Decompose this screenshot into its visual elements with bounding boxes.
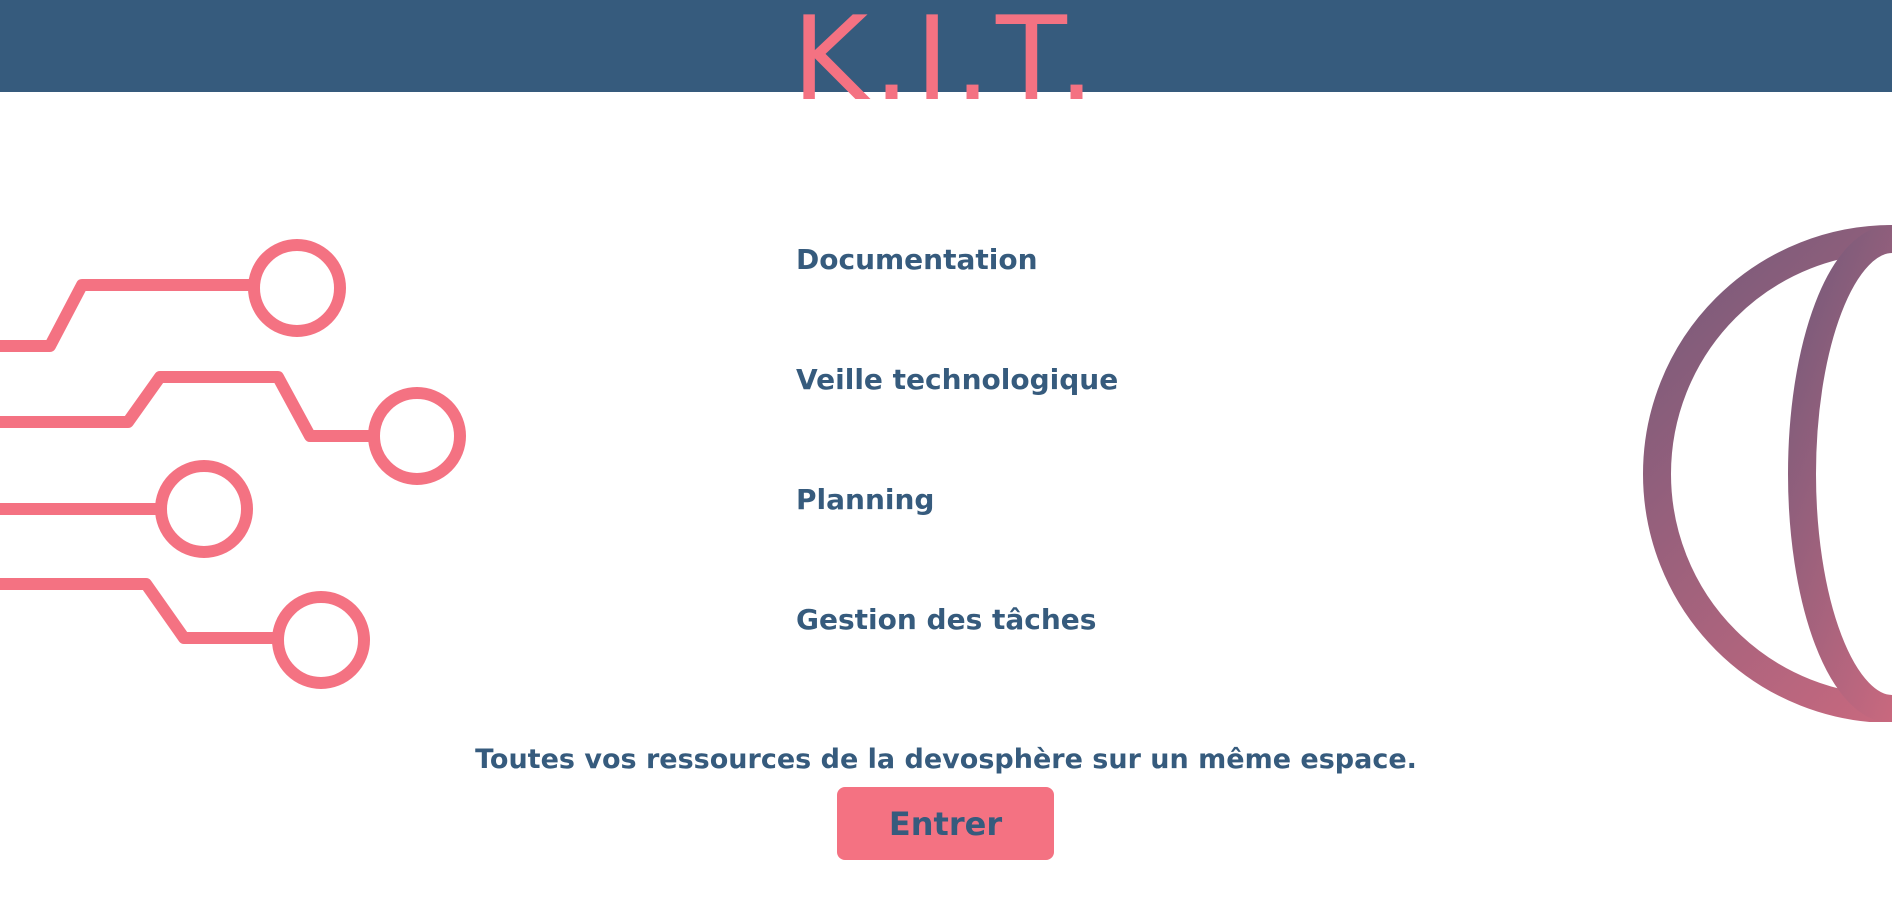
- documentation-link[interactable]: Documentation: [796, 240, 1118, 280]
- nav-item-planning: Planning: [796, 480, 1118, 600]
- tagline: Toutes vos ressources de la devosphère s…: [475, 744, 1417, 775]
- nav-item-documentation: Documentation: [796, 240, 1118, 360]
- nav-item-veille: Veille technologique: [796, 360, 1118, 480]
- enter-button[interactable]: Entrer: [837, 787, 1054, 860]
- main-nav: Documentation Veille technologique Plann…: [796, 240, 1118, 720]
- site-logo: K.I.T.: [792, 0, 1100, 127]
- nav-item-gestion: Gestion des tâches: [796, 600, 1118, 720]
- landing-page: K.I.T. Documentation Veille technologiqu…: [0, 0, 1892, 914]
- planning-link[interactable]: Planning: [796, 480, 1118, 520]
- circuit-icon: [0, 239, 466, 689]
- gestion-des-taches-link[interactable]: Gestion des tâches: [796, 600, 1118, 640]
- globe-icon: [1643, 225, 1892, 722]
- veille-technologique-link[interactable]: Veille technologique: [796, 360, 1118, 400]
